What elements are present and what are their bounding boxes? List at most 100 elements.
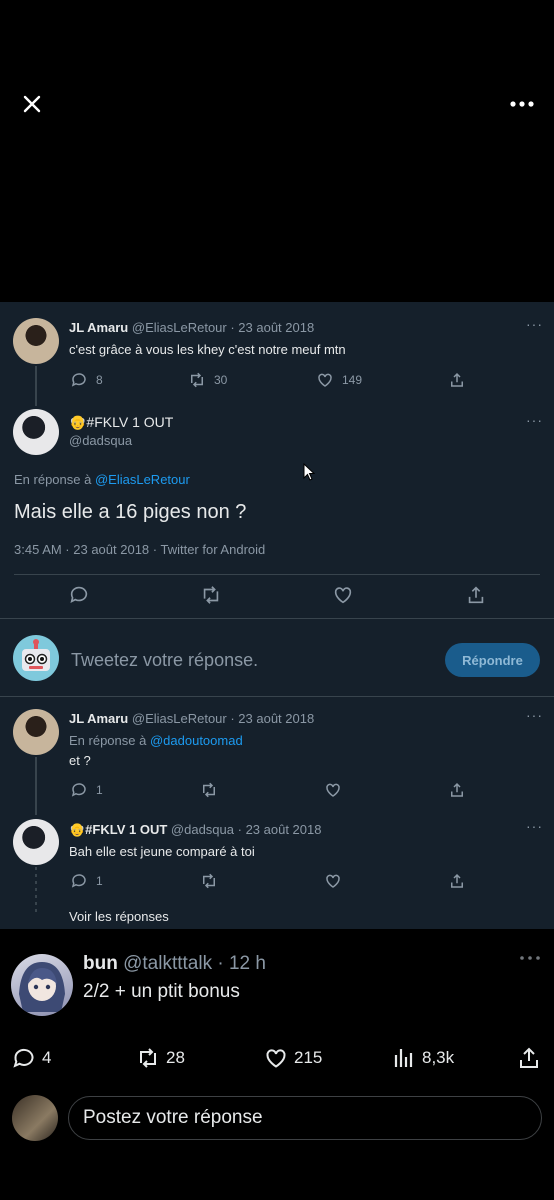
author-name[interactable]: JL Amaru [69, 320, 128, 335]
avatar[interactable] [13, 318, 59, 364]
share-action[interactable] [517, 1046, 541, 1070]
tweet-date: · 23 août 2018 [230, 711, 315, 726]
close-icon[interactable] [18, 90, 46, 118]
robot-avatar[interactable] [13, 635, 59, 681]
reply-placeholder: Postez votre réponse [83, 1107, 263, 1128]
view-count: 8,3k [422, 1048, 455, 1067]
tweet-actions: 1 [0, 872, 554, 892]
reply-action[interactable]: 8 [70, 371, 103, 389]
main-tweet-actions [0, 584, 554, 618]
retweet-icon [203, 873, 215, 889]
divider [0, 618, 554, 619]
heart-icon [266, 1049, 286, 1068]
retweet-count: 30 [214, 373, 228, 387]
reply-icon [70, 586, 88, 603]
share-icon [520, 1047, 538, 1068]
tweet-header: JL Amaru @EliasLeRetour · 23 août 2018 [69, 320, 314, 335]
reply-button[interactable]: Répondre [445, 643, 540, 677]
more-horizontal-icon[interactable] [508, 92, 536, 116]
divider [14, 574, 540, 575]
repost-icon [140, 1048, 156, 1068]
compose-placeholder[interactable]: Tweetez votre réponse. [71, 650, 258, 671]
author-handle[interactable]: @talktttalk [123, 953, 212, 974]
share-action[interactable] [465, 584, 487, 606]
more-icon[interactable]: ··· [526, 707, 543, 723]
author-name[interactable]: 👴#FKLV 1 OUT [69, 822, 167, 837]
tweet-text: Bah elle est jeune comparé à toi [69, 844, 255, 859]
author-handle[interactable]: @dadsqua [69, 433, 132, 448]
like-action[interactable]: 149 [316, 371, 362, 389]
cursor-icon [303, 462, 316, 486]
reply-action[interactable]: 1 [70, 872, 103, 890]
top-bar [0, 0, 554, 302]
reply-action[interactable]: 1 [70, 781, 103, 799]
retweet-icon [191, 372, 203, 388]
heart-icon [326, 874, 340, 888]
reply-context: En réponse à @EliasLeRetour [14, 472, 190, 487]
reply-icon [71, 783, 86, 797]
reply-count: 1 [96, 783, 103, 797]
retweet-action[interactable]: 30 [188, 371, 227, 389]
post-time: · 12 h [217, 953, 266, 974]
retweet-action[interactable] [200, 584, 222, 606]
more-icon[interactable]: ··· [526, 316, 543, 332]
avatar[interactable] [13, 409, 59, 455]
avatar[interactable] [13, 709, 59, 755]
reply-count: 8 [96, 373, 103, 387]
more-icon[interactable] [519, 951, 541, 969]
reply-to-link[interactable]: @EliasLeRetour [95, 472, 190, 487]
share-action[interactable] [448, 781, 466, 799]
tweet-meta: 3:45 AM · 23 août 2018 · Twitter for And… [14, 542, 266, 557]
author-handle[interactable]: @EliasLeRetour [132, 320, 227, 335]
views-action[interactable]: 8,3k [392, 1046, 454, 1070]
heart-icon [318, 373, 332, 387]
user-avatar[interactable] [12, 1095, 58, 1141]
author-handle[interactable]: @EliasLeRetour [132, 711, 227, 726]
retweet-action[interactable] [200, 781, 218, 799]
reply-count: 1 [96, 874, 103, 888]
heart-icon [326, 783, 340, 797]
reply-action[interactable] [68, 584, 90, 606]
author-name[interactable]: JL Amaru [69, 711, 128, 726]
reply-prefix: En réponse à [14, 472, 92, 487]
tweet-text: c'est grâce à vous les khey c'est notre … [69, 342, 346, 357]
attached-screenshot[interactable]: JL Amaru @EliasLeRetour · 23 août 2018 ·… [0, 302, 554, 929]
divider [0, 696, 554, 697]
like-action[interactable] [324, 872, 342, 890]
reply-icon [71, 874, 86, 888]
author-name[interactable]: bun [83, 953, 118, 974]
views-icon [394, 1049, 413, 1067]
like-action[interactable] [324, 781, 342, 799]
reply-icon [71, 373, 86, 387]
tweet-date: · 23 août 2018 [237, 822, 322, 837]
post-header: bun @talktttalk · 12 h [83, 953, 266, 975]
share-action[interactable] [448, 371, 466, 389]
like-count: 149 [342, 373, 363, 387]
like-action[interactable]: 215 [264, 1046, 322, 1070]
share-action[interactable] [448, 872, 466, 890]
avatar[interactable] [11, 954, 73, 1016]
tweet-actions: 1 [0, 781, 554, 801]
reply-context: En réponse à @dadoutoomad [69, 733, 243, 748]
more-icon[interactable]: ··· [526, 818, 543, 834]
reply-count: 4 [42, 1048, 52, 1067]
see-replies-link[interactable]: Voir les réponses [69, 909, 169, 924]
repost-action[interactable]: 28 [136, 1046, 185, 1070]
author-name[interactable]: 👴#FKLV 1 OUT [69, 414, 173, 431]
heart-icon [334, 587, 352, 604]
main-tweet-text: Mais elle a 16 piges non ? [14, 501, 247, 523]
avatar[interactable] [13, 819, 59, 865]
author-handle[interactable]: @dadsqua [171, 822, 234, 837]
retweet-action[interactable] [200, 872, 218, 890]
post-text: 2/2 + un ptit bonus [83, 981, 240, 1002]
reply-to-link[interactable]: @dadoutoomad [150, 733, 243, 748]
retweet-icon [203, 782, 215, 798]
like-count: 215 [294, 1048, 323, 1067]
tweet-actions: 8 30 149 [0, 371, 554, 391]
reply-action[interactable]: 4 [12, 1046, 51, 1070]
reply-input[interactable]: Postez votre réponse [68, 1096, 542, 1140]
more-icon[interactable]: ··· [526, 412, 543, 428]
tweet-date: · 23 août 2018 [230, 320, 315, 335]
like-action[interactable] [332, 584, 354, 606]
tweet-header: 👴#FKLV 1 OUT @dadsqua · 23 août 2018 [69, 822, 321, 838]
